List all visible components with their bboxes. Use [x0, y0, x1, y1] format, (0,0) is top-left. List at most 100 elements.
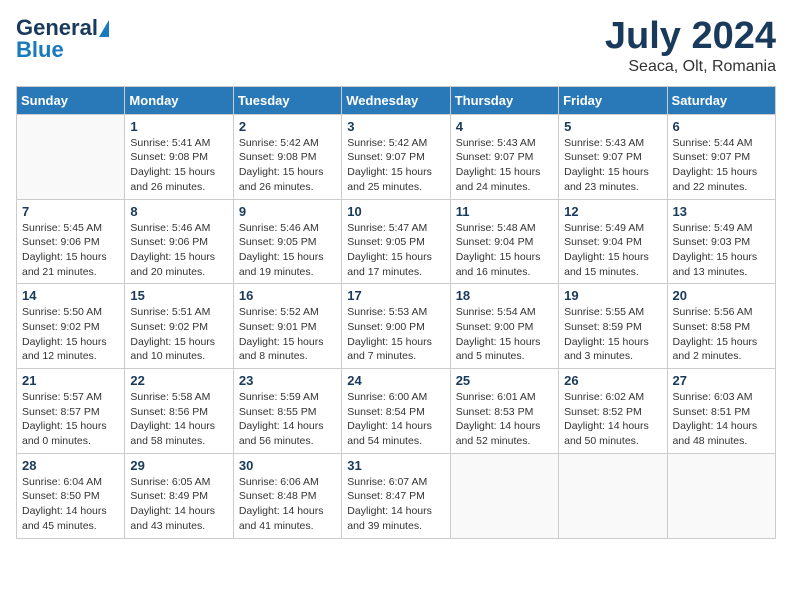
day-info: Sunrise: 6:01 AMSunset: 8:53 PMDaylight:… [456, 390, 553, 449]
calendar-day-cell: 20 Sunrise: 5:56 AMSunset: 8:58 PMDayligh… [667, 284, 775, 369]
day-info: Sunrise: 5:46 AMSunset: 9:06 PMDaylight:… [130, 221, 227, 280]
day-info: Sunrise: 5:53 AMSunset: 9:00 PMDaylight:… [347, 305, 444, 364]
calendar-week-row: 1 Sunrise: 5:41 AMSunset: 9:08 PMDaylight… [17, 114, 776, 199]
calendar-week-row: 14 Sunrise: 5:50 AMSunset: 9:02 PMDayligh… [17, 284, 776, 369]
day-info: Sunrise: 5:55 AMSunset: 8:59 PMDaylight:… [564, 305, 661, 364]
day-info: Sunrise: 6:02 AMSunset: 8:52 PMDaylight:… [564, 390, 661, 449]
col-tuesday: Tuesday [233, 86, 341, 114]
day-info: Sunrise: 5:54 AMSunset: 9:00 PMDaylight:… [456, 305, 553, 364]
day-number: 16 [239, 288, 336, 303]
calendar-day-cell: 6 Sunrise: 5:44 AMSunset: 9:07 PMDaylight… [667, 114, 775, 199]
logo-text-blue: Blue [16, 38, 64, 62]
day-info: Sunrise: 6:03 AMSunset: 8:51 PMDaylight:… [673, 390, 770, 449]
day-number: 21 [22, 373, 119, 388]
calendar-week-row: 28 Sunrise: 6:04 AMSunset: 8:50 PMDayligh… [17, 453, 776, 538]
day-number: 9 [239, 204, 336, 219]
page-header: General Blue July 2024 Seaca, Olt, Roman… [16, 16, 776, 76]
day-number: 1 [130, 119, 227, 134]
day-number: 29 [130, 458, 227, 473]
calendar-day-cell [667, 453, 775, 538]
calendar-day-cell: 11 Sunrise: 5:48 AMSunset: 9:04 PMDayligh… [450, 199, 558, 284]
day-info: Sunrise: 5:47 AMSunset: 9:05 PMDaylight:… [347, 221, 444, 280]
day-info: Sunrise: 5:46 AMSunset: 9:05 PMDaylight:… [239, 221, 336, 280]
calendar-day-cell: 22Sunrise: 5:58 AMSunset: 8:56 PMDayligh… [125, 369, 233, 454]
col-saturday: Saturday [667, 86, 775, 114]
day-info: Sunrise: 5:42 AMSunset: 9:07 PMDaylight:… [347, 136, 444, 195]
day-number: 7 [22, 204, 119, 219]
logo-triangle-icon [99, 20, 109, 37]
day-info: Sunrise: 5:43 AMSunset: 9:07 PMDaylight:… [564, 136, 661, 195]
day-number: 20 [673, 288, 770, 303]
calendar-day-cell: 18 Sunrise: 5:54 AMSunset: 9:00 PMDayligh… [450, 284, 558, 369]
day-info: Sunrise: 6:04 AMSunset: 8:50 PMDaylight:… [22, 475, 119, 534]
day-info: Sunrise: 6:05 AMSunset: 8:49 PMDaylight:… [130, 475, 227, 534]
logo: General Blue [16, 16, 109, 62]
calendar-day-cell: 13 Sunrise: 5:49 AMSunset: 9:03 PMDayligh… [667, 199, 775, 284]
calendar-day-cell: 7Sunrise: 5:45 AMSunset: 9:06 PMDaylight… [17, 199, 125, 284]
day-info: Sunrise: 6:00 AMSunset: 8:54 PMDaylight:… [347, 390, 444, 449]
calendar-day-cell: 3 Sunrise: 5:42 AMSunset: 9:07 PMDaylight… [342, 114, 450, 199]
day-number: 17 [347, 288, 444, 303]
day-info: Sunrise: 5:57 AMSunset: 8:57 PMDaylight:… [22, 390, 119, 449]
day-info: Sunrise: 5:56 AMSunset: 8:58 PMDaylight:… [673, 305, 770, 364]
day-number: 27 [673, 373, 770, 388]
day-number: 14 [22, 288, 119, 303]
calendar-day-cell: 8Sunrise: 5:46 AMSunset: 9:06 PMDaylight… [125, 199, 233, 284]
day-number: 30 [239, 458, 336, 473]
day-number: 23 [239, 373, 336, 388]
col-friday: Friday [559, 86, 667, 114]
calendar-day-cell: 25 Sunrise: 6:01 AMSunset: 8:53 PMDayligh… [450, 369, 558, 454]
calendar-day-cell: 29 Sunrise: 6:05 AMSunset: 8:49 PMDayligh… [125, 453, 233, 538]
day-number: 3 [347, 119, 444, 134]
calendar-day-cell: 31Sunrise: 6:07 AMSunset: 8:47 PMDayligh… [342, 453, 450, 538]
calendar-day-cell: 2Sunrise: 5:42 AMSunset: 9:08 PMDaylight… [233, 114, 341, 199]
calendar-day-cell [559, 453, 667, 538]
day-number: 24 [347, 373, 444, 388]
calendar-day-cell: 27 Sunrise: 6:03 AMSunset: 8:51 PMDayligh… [667, 369, 775, 454]
day-info: Sunrise: 5:49 AMSunset: 9:03 PMDaylight:… [673, 221, 770, 280]
day-number: 6 [673, 119, 770, 134]
calendar-day-cell: 9 Sunrise: 5:46 AMSunset: 9:05 PMDaylight… [233, 199, 341, 284]
col-wednesday: Wednesday [342, 86, 450, 114]
calendar-day-cell: 21 Sunrise: 5:57 AMSunset: 8:57 PMDayligh… [17, 369, 125, 454]
calendar-header-row: Sunday Monday Tuesday Wednesday Thursday… [17, 86, 776, 114]
calendar-day-cell: 16 Sunrise: 5:52 AMSunset: 9:01 PMDayligh… [233, 284, 341, 369]
calendar-table: Sunday Monday Tuesday Wednesday Thursday… [16, 86, 776, 539]
calendar-day-cell: 1 Sunrise: 5:41 AMSunset: 9:08 PMDaylight… [125, 114, 233, 199]
day-info: Sunrise: 5:42 AMSunset: 9:08 PMDaylight:… [239, 136, 336, 195]
calendar-week-row: 21 Sunrise: 5:57 AMSunset: 8:57 PMDayligh… [17, 369, 776, 454]
col-thursday: Thursday [450, 86, 558, 114]
day-number: 18 [456, 288, 553, 303]
day-number: 12 [564, 204, 661, 219]
calendar-day-cell: 19Sunrise: 5:55 AMSunset: 8:59 PMDayligh… [559, 284, 667, 369]
day-info: Sunrise: 5:58 AMSunset: 8:56 PMDaylight:… [130, 390, 227, 449]
title-block: July 2024 Seaca, Olt, Romania [605, 16, 776, 76]
day-info: Sunrise: 5:49 AMSunset: 9:04 PMDaylight:… [564, 221, 661, 280]
day-info: Sunrise: 5:41 AMSunset: 9:08 PMDaylight:… [130, 136, 227, 195]
day-number: 13 [673, 204, 770, 219]
location-title: Seaca, Olt, Romania [605, 58, 776, 76]
day-info: Sunrise: 5:48 AMSunset: 9:04 PMDaylight:… [456, 221, 553, 280]
calendar-week-row: 7Sunrise: 5:45 AMSunset: 9:06 PMDaylight… [17, 199, 776, 284]
day-number: 25 [456, 373, 553, 388]
calendar-day-cell: 5Sunrise: 5:43 AMSunset: 9:07 PMDaylight… [559, 114, 667, 199]
calendar-day-cell: 23 Sunrise: 5:59 AMSunset: 8:55 PMDayligh… [233, 369, 341, 454]
month-title: July 2024 [605, 16, 776, 58]
day-info: Sunrise: 5:43 AMSunset: 9:07 PMDaylight:… [456, 136, 553, 195]
day-number: 26 [564, 373, 661, 388]
calendar-day-cell: 28 Sunrise: 6:04 AMSunset: 8:50 PMDayligh… [17, 453, 125, 538]
day-number: 11 [456, 204, 553, 219]
calendar-day-cell: 24 Sunrise: 6:00 AMSunset: 8:54 PMDayligh… [342, 369, 450, 454]
day-info: Sunrise: 5:52 AMSunset: 9:01 PMDaylight:… [239, 305, 336, 364]
col-sunday: Sunday [17, 86, 125, 114]
day-info: Sunrise: 6:06 AMSunset: 8:48 PMDaylight:… [239, 475, 336, 534]
calendar-day-cell: 14 Sunrise: 5:50 AMSunset: 9:02 PMDayligh… [17, 284, 125, 369]
day-info: Sunrise: 5:59 AMSunset: 8:55 PMDaylight:… [239, 390, 336, 449]
calendar-day-cell: 12 Sunrise: 5:49 AMSunset: 9:04 PMDayligh… [559, 199, 667, 284]
day-info: Sunrise: 5:50 AMSunset: 9:02 PMDaylight:… [22, 305, 119, 364]
day-info: Sunrise: 5:44 AMSunset: 9:07 PMDaylight:… [673, 136, 770, 195]
day-number: 28 [22, 458, 119, 473]
col-monday: Monday [125, 86, 233, 114]
calendar-day-cell: 10Sunrise: 5:47 AMSunset: 9:05 PMDayligh… [342, 199, 450, 284]
day-info: Sunrise: 6:07 AMSunset: 8:47 PMDaylight:… [347, 475, 444, 534]
